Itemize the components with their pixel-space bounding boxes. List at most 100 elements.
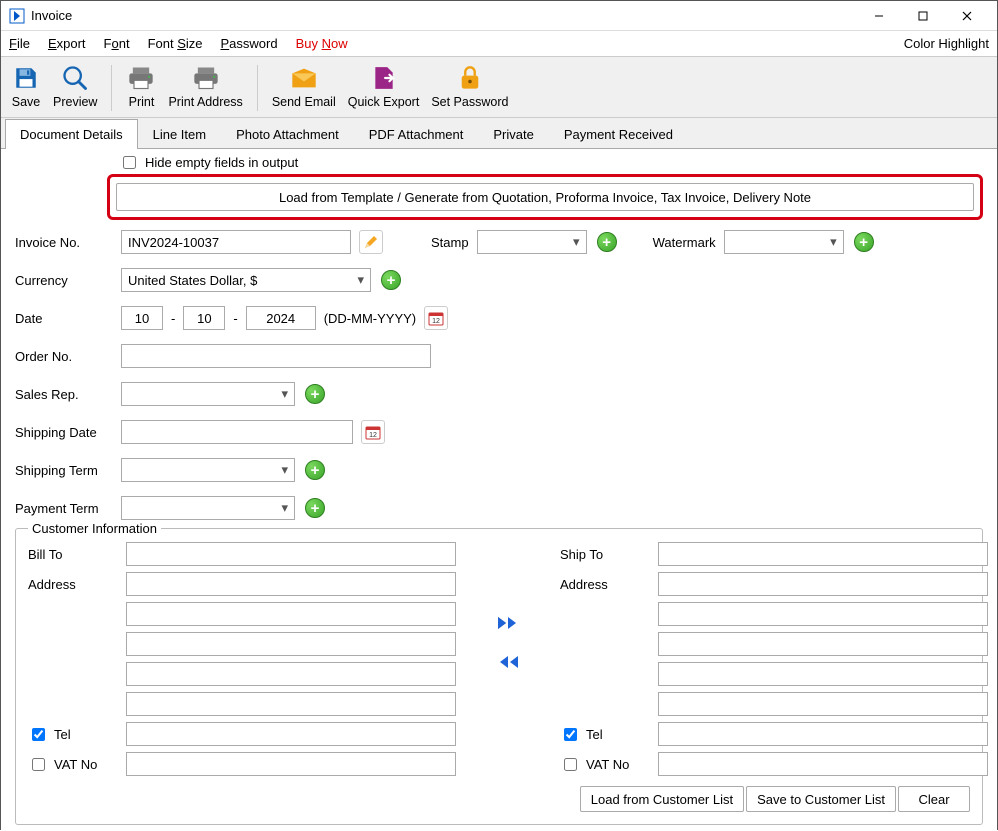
print-label: Print (129, 95, 155, 109)
menu-file[interactable]: File (9, 36, 30, 51)
close-button[interactable] (945, 1, 989, 31)
copy-bill-to-ship-button[interactable] (492, 611, 524, 638)
ship-tel-label: Tel (586, 727, 603, 742)
send-email-button[interactable]: Send Email (268, 61, 340, 115)
add-watermark-button[interactable]: + (852, 230, 876, 254)
menu-buy-now[interactable]: Buy Now (296, 36, 348, 51)
ship-vat-checkbox[interactable] (564, 758, 577, 771)
copy-ship-to-bill-button[interactable] (492, 650, 524, 677)
invoice-no-input[interactable] (121, 230, 351, 254)
hide-empty-checkbox[interactable] (123, 156, 136, 169)
ship-address-3-input[interactable] (658, 632, 988, 656)
floppy-icon (11, 65, 41, 91)
shipping-date-picker-button[interactable]: 12 (361, 420, 385, 444)
sales-rep-select[interactable]: ▾ (121, 382, 295, 406)
bill-vat-input[interactable] (126, 752, 456, 776)
load-from-customer-list-button[interactable]: Load from Customer List (580, 786, 744, 812)
date-picker-button[interactable]: 12 (424, 306, 448, 330)
quick-export-button[interactable]: Quick Export (344, 61, 424, 115)
shipping-term-label: Shipping Term (15, 463, 113, 478)
ship-address-1-input[interactable] (658, 572, 988, 596)
highlight-box: Load from Template / Generate from Quota… (107, 174, 983, 220)
add-sales-rep-button[interactable]: + (303, 382, 327, 406)
ship-address-5-input[interactable] (658, 692, 988, 716)
bill-tel-label: Tel (54, 727, 71, 742)
save-to-customer-list-button[interactable]: Save to Customer List (746, 786, 896, 812)
order-no-input[interactable] (121, 344, 431, 368)
menu-export[interactable]: Export (48, 36, 86, 51)
currency-select[interactable]: United States Dollar, $ ▾ (121, 268, 371, 292)
bill-address-5-input[interactable] (126, 692, 456, 716)
ship-address-2-input[interactable] (658, 602, 988, 626)
add-payment-term-button[interactable]: + (303, 496, 327, 520)
load-template-button[interactable]: Load from Template / Generate from Quota… (116, 183, 974, 211)
date-format-label: (DD-MM-YYYY) (324, 311, 416, 326)
plus-icon: + (305, 498, 325, 518)
ship-address-4-input[interactable] (658, 662, 988, 686)
bill-tel-input[interactable] (126, 722, 456, 746)
add-currency-button[interactable]: + (379, 268, 403, 292)
plus-icon: + (854, 232, 874, 252)
bill-to-label: Bill To (28, 547, 120, 562)
tab-photo-attachment[interactable]: Photo Attachment (221, 119, 354, 149)
payment-term-select[interactable]: ▾ (121, 496, 295, 520)
bill-address-2-input[interactable] (126, 602, 456, 626)
set-password-label: Set Password (431, 95, 508, 109)
print-button[interactable]: Print (122, 61, 160, 115)
watermark-select[interactable]: ▾ (724, 230, 844, 254)
svg-text:12: 12 (369, 432, 377, 439)
shipping-term-select[interactable]: ▾ (121, 458, 295, 482)
tab-document-details[interactable]: Document Details (5, 119, 138, 149)
ship-vat-input[interactable] (658, 752, 988, 776)
minimize-button[interactable] (857, 1, 901, 31)
chevron-down-icon: ▾ (357, 272, 364, 288)
svg-text:12: 12 (432, 318, 440, 325)
print-address-label: Print Address (168, 95, 242, 109)
menu-color-highlight[interactable]: Color Highlight (904, 36, 989, 51)
clear-customer-button[interactable]: Clear (898, 786, 970, 812)
stamp-label: Stamp (431, 235, 469, 250)
shipping-date-label: Shipping Date (15, 425, 113, 440)
date-year-input[interactable] (246, 306, 316, 330)
chevron-down-icon: ▾ (281, 386, 288, 402)
set-password-button[interactable]: Set Password (427, 61, 512, 115)
calendar-icon: 12 (365, 424, 381, 440)
pencil-icon (363, 234, 379, 250)
ship-to-name-input[interactable] (658, 542, 988, 566)
currency-label: Currency (15, 273, 113, 288)
menu-font[interactable]: Font (104, 36, 130, 51)
shipping-date-input[interactable] (121, 420, 353, 444)
add-stamp-button[interactable]: + (595, 230, 619, 254)
currency-value: United States Dollar, $ (128, 273, 257, 288)
tab-pdf-attachment[interactable]: PDF Attachment (354, 119, 479, 149)
add-shipping-term-button[interactable]: + (303, 458, 327, 482)
ship-tel-input[interactable] (658, 722, 988, 746)
menu-font-size[interactable]: Font Size (148, 36, 203, 51)
save-button[interactable]: Save (7, 61, 45, 115)
quick-export-label: Quick Export (348, 95, 420, 109)
ship-tel-checkbox[interactable] (564, 728, 577, 741)
hide-empty-checkbox-label[interactable]: Hide empty fields in output (119, 153, 298, 172)
bill-address-4-input[interactable] (126, 662, 456, 686)
bill-address-3-input[interactable] (126, 632, 456, 656)
bill-address-1-input[interactable] (126, 572, 456, 596)
tab-payment-received[interactable]: Payment Received (549, 119, 688, 149)
printer-icon (191, 65, 221, 91)
bill-vat-checkbox[interactable] (32, 758, 45, 771)
toolbar-separator (257, 65, 258, 111)
date-day-input[interactable] (121, 306, 163, 330)
date-label: Date (15, 311, 113, 326)
app-icon (9, 8, 25, 24)
edit-invoice-no-button[interactable] (359, 230, 383, 254)
tab-private[interactable]: Private (478, 119, 548, 149)
bill-to-name-input[interactable] (126, 542, 456, 566)
bill-tel-checkbox[interactable] (32, 728, 45, 741)
print-address-button[interactable]: Print Address (164, 61, 246, 115)
menu-password[interactable]: Password (221, 36, 278, 51)
date-month-input[interactable] (183, 306, 225, 330)
maximize-button[interactable] (901, 1, 945, 31)
stamp-select[interactable]: ▾ (477, 230, 587, 254)
tab-line-item[interactable]: Line Item (138, 119, 221, 149)
preview-button[interactable]: Preview (49, 61, 101, 115)
customer-information-fieldset: Customer Information Bill To Ship To Add… (15, 528, 983, 825)
